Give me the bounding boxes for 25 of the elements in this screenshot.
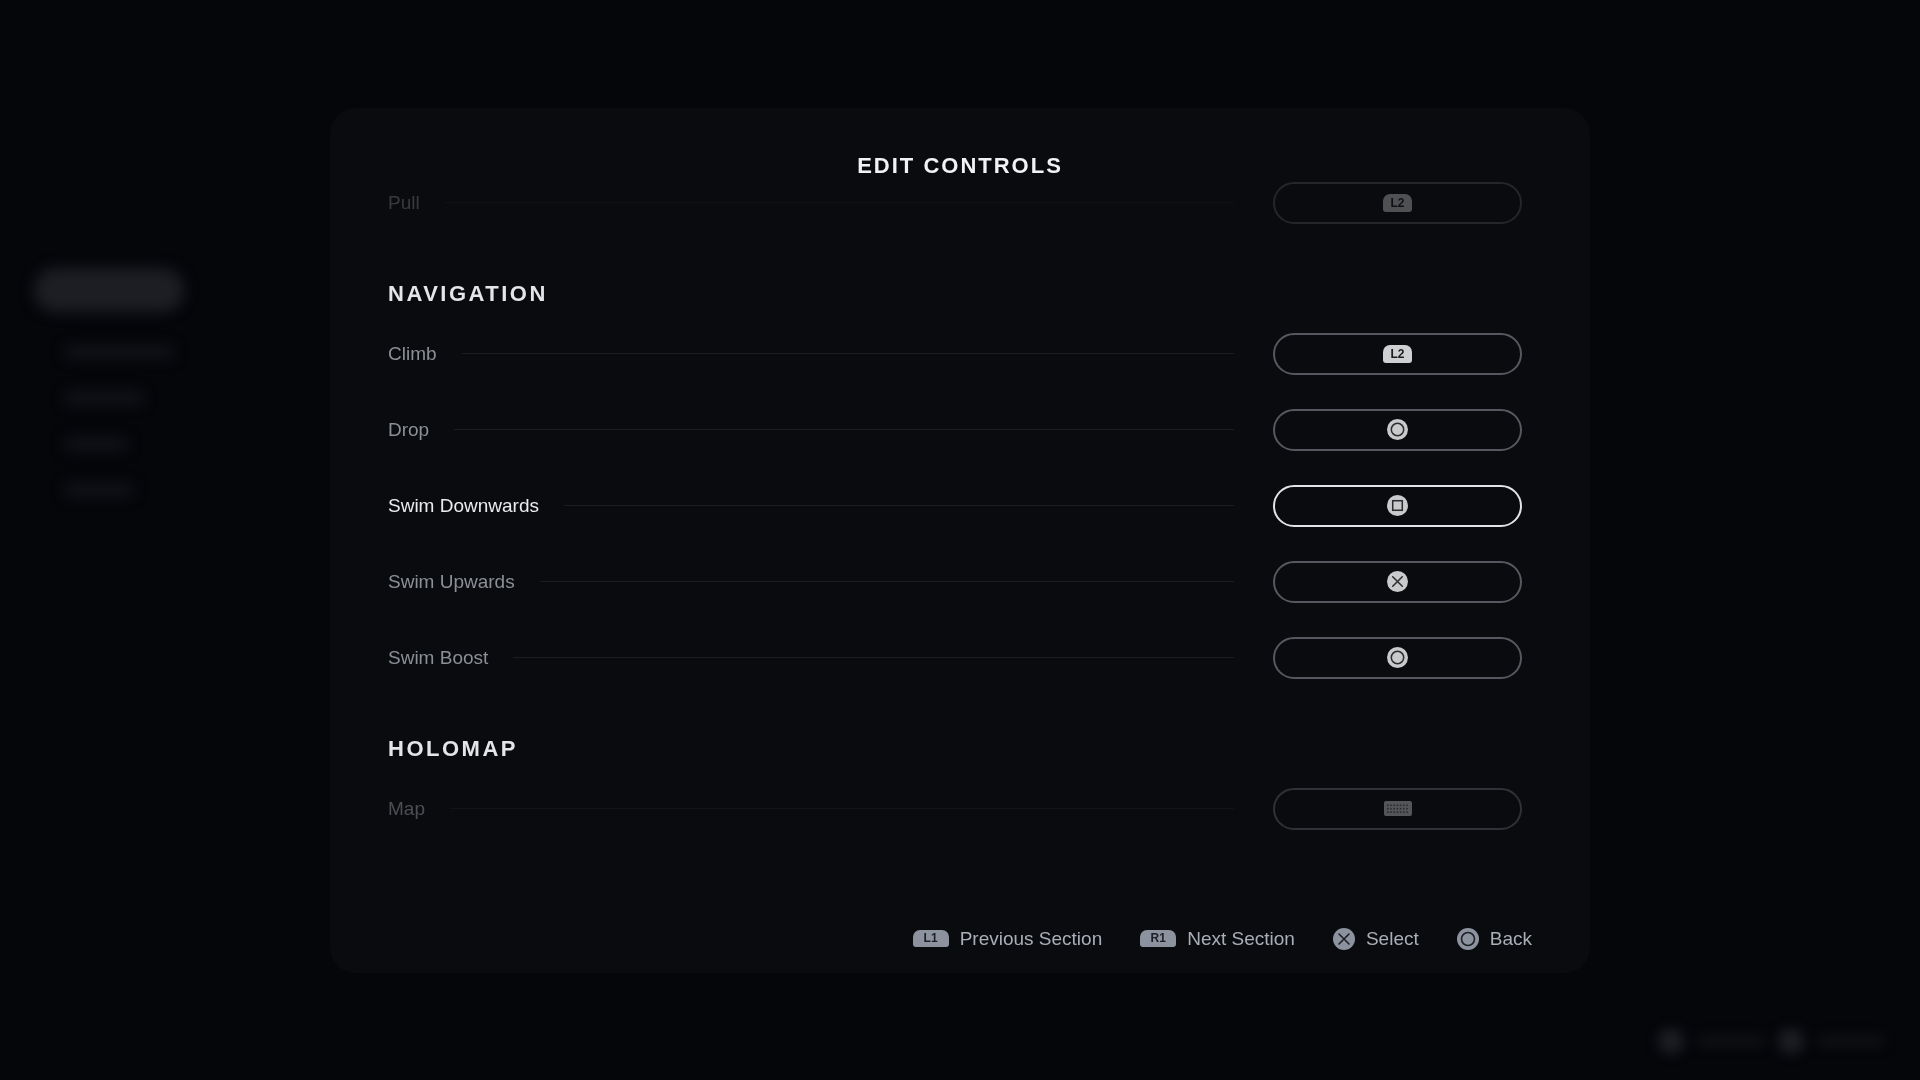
binding-button[interactable] (1273, 636, 1522, 679)
circle-icon (1456, 927, 1479, 950)
section-heading: NAVIGATION (388, 279, 548, 308)
binding-button[interactable] (1273, 408, 1522, 451)
control-label: Swim Boost (388, 645, 489, 670)
cross-icon (1332, 927, 1355, 950)
key-hint: L1 (912, 930, 949, 947)
hint-label: Previous Section (959, 926, 1103, 951)
control-label: Map (388, 796, 425, 821)
hint-label: Select (1365, 926, 1419, 951)
key-hint: R1 (1140, 930, 1177, 947)
control-label: Swim Downwards (388, 493, 539, 518)
binding-button[interactable] (1273, 560, 1522, 603)
control-label: Drop (388, 417, 430, 442)
hint-label: Back (1489, 926, 1532, 951)
section-heading: HOLOMAP (388, 734, 518, 763)
circle-icon (1387, 419, 1408, 440)
circle-icon (1387, 647, 1408, 668)
keyboard-icon (1383, 801, 1412, 816)
cross-icon (1387, 571, 1408, 592)
hint-label: Next Section (1187, 926, 1295, 951)
control-label: Climb (388, 341, 437, 366)
control-label: Swim Upwards (388, 569, 515, 594)
dialog-title: EDIT CONTROLS (857, 151, 1063, 180)
binding-button[interactable]: L2 (1273, 332, 1522, 375)
